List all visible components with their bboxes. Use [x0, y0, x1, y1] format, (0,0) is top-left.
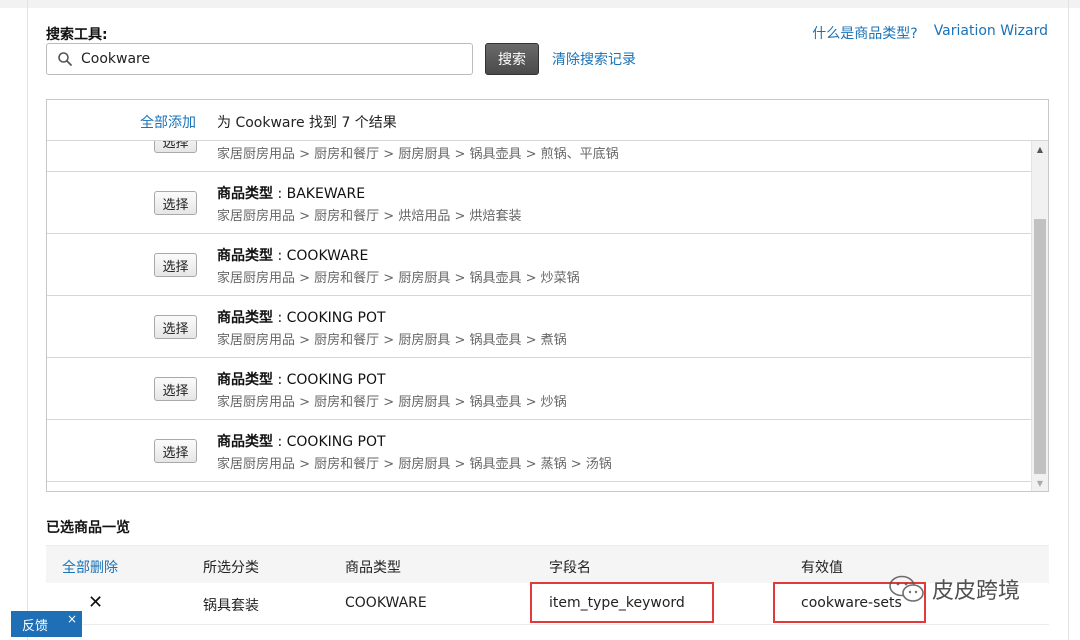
result-path: 家居厨房用品 > 厨房和餐厅 > 烘焙用品 > 烘焙套装: [217, 209, 522, 224]
select-button[interactable]: 选择: [154, 315, 197, 339]
result-row: 选择 商品类型 : SAUTE FRY PAN 家居厨房用品 > 厨房和餐厅 >…: [47, 141, 1031, 172]
left-divider: [27, 0, 28, 640]
remove-item-icon[interactable]: ✕: [88, 592, 103, 613]
results-count-text: 为 Cookware 找到 7 个结果: [217, 115, 397, 131]
header-field-name: 字段名: [549, 560, 591, 576]
result-row: 选择 商品类型 : COOKING POT 家居厨房用品 > 厨房和餐厅 > 厨…: [47, 296, 1031, 358]
add-all-link[interactable]: 全部添加: [140, 112, 196, 132]
selected-category: 锅具套装: [203, 598, 259, 614]
search-field[interactable]: [46, 43, 473, 75]
header-product-type: 商品类型: [345, 560, 401, 576]
result-type: COOKING POT: [286, 310, 386, 326]
result-type: COOKING POT: [286, 372, 386, 388]
header-valid-value: 有效值: [801, 560, 843, 576]
results-header: 全部添加 为 Cookware 找到 7 个结果: [47, 100, 1048, 141]
feedback-close-icon[interactable]: ×: [67, 612, 77, 626]
result-row: 选择 商品类型 : BAKEWARE 家居厨房用品 > 厨房和餐厅 > 烘焙用品…: [47, 172, 1031, 234]
result-path: 家居厨房用品 > 厨房和餐厅 > 厨房厨具 > 锅具壶具 > 炒菜锅: [217, 271, 580, 286]
variation-wizard-link[interactable]: Variation Wizard: [934, 23, 1048, 43]
clear-search-history-link[interactable]: 清除搜索记录: [552, 49, 636, 69]
scroll-up-arrow-icon[interactable]: ▲: [1032, 141, 1048, 158]
result-title: 商品类型 : COOKING POT: [217, 310, 386, 326]
feedback-button[interactable]: 反馈 ×: [11, 611, 82, 637]
result-title: 商品类型 : COOKWARE: [217, 248, 369, 264]
results-scrollbar[interactable]: ▲ ▼: [1031, 141, 1048, 491]
search-input[interactable]: [81, 51, 461, 67]
watermark-text: 皮皮跨境: [932, 579, 1021, 604]
result-title: 商品类型 : COOKING POT: [217, 434, 386, 450]
result-row: 选择 商品类型 : COOKING POT 家居厨房用品 > 厨房和餐厅 > 厨…: [47, 358, 1031, 420]
delete-all-link[interactable]: 全部删除: [62, 557, 118, 577]
search-tool-label: 搜索工具:: [46, 27, 108, 43]
header-category: 所选分类: [203, 560, 259, 576]
selected-items-title: 已选商品一览: [46, 520, 130, 536]
results-list: 选择 商品类型 : SAUTE FRY PAN 家居厨房用品 > 厨房和餐厅 >…: [47, 141, 1031, 491]
field-name-highlight-box: [530, 582, 714, 623]
result-row: 选择 商品类型 : COOKING POT 家居厨房用品 > 厨房和餐厅 > 厨…: [47, 420, 1031, 482]
select-button[interactable]: 选择: [154, 439, 197, 463]
what-is-product-type-link[interactable]: 什么是商品类型?: [812, 23, 917, 43]
wechat-icon: [889, 575, 924, 602]
result-path: 家居厨房用品 > 厨房和餐厅 > 厨房厨具 > 锅具壶具 > 煮锅: [217, 333, 567, 348]
top-strip: [0, 0, 1080, 8]
select-button[interactable]: 选择: [154, 253, 197, 277]
select-button[interactable]: 选择: [154, 191, 197, 215]
result-path: 家居厨房用品 > 厨房和餐厅 > 厨房厨具 > 锅具壶具 > 煎锅、平底锅: [217, 147, 619, 162]
select-button[interactable]: 选择: [154, 141, 197, 153]
scrollbar-thumb[interactable]: [1034, 219, 1046, 474]
feedback-label: 反馈: [22, 618, 49, 634]
search-results-panel: 全部添加 为 Cookware 找到 7 个结果 选择 商品类型 : SAUTE…: [46, 99, 1049, 492]
select-button[interactable]: 选择: [154, 377, 197, 401]
result-type: COOKWARE: [286, 248, 369, 264]
result-row: 选择 商品类型 : COOKWARE 家居厨房用品 > 厨房和餐厅 > 厨房厨具…: [47, 234, 1031, 296]
result-type: COOKING POT: [286, 434, 386, 450]
search-icon: [58, 52, 72, 66]
selected-product-type: COOKWARE: [345, 595, 427, 611]
result-path: 家居厨房用品 > 厨房和餐厅 > 厨房厨具 > 锅具壶具 > 炒锅: [217, 395, 567, 410]
result-type: BAKEWARE: [286, 186, 366, 202]
right-divider: [1068, 0, 1069, 640]
search-button[interactable]: 搜索: [485, 43, 539, 75]
result-title: 商品类型 : COOKING POT: [217, 372, 386, 388]
watermark: 皮皮跨境: [888, 573, 1020, 605]
scroll-down-arrow-icon[interactable]: ▼: [1032, 475, 1048, 491]
result-path: 家居厨房用品 > 厨房和餐厅 > 厨房厨具 > 锅具壶具 > 蒸锅 > 汤锅: [217, 457, 612, 472]
result-title: 商品类型 : BAKEWARE: [217, 186, 366, 202]
top-links: 什么是商品类型? Variation Wizard: [812, 23, 1048, 43]
